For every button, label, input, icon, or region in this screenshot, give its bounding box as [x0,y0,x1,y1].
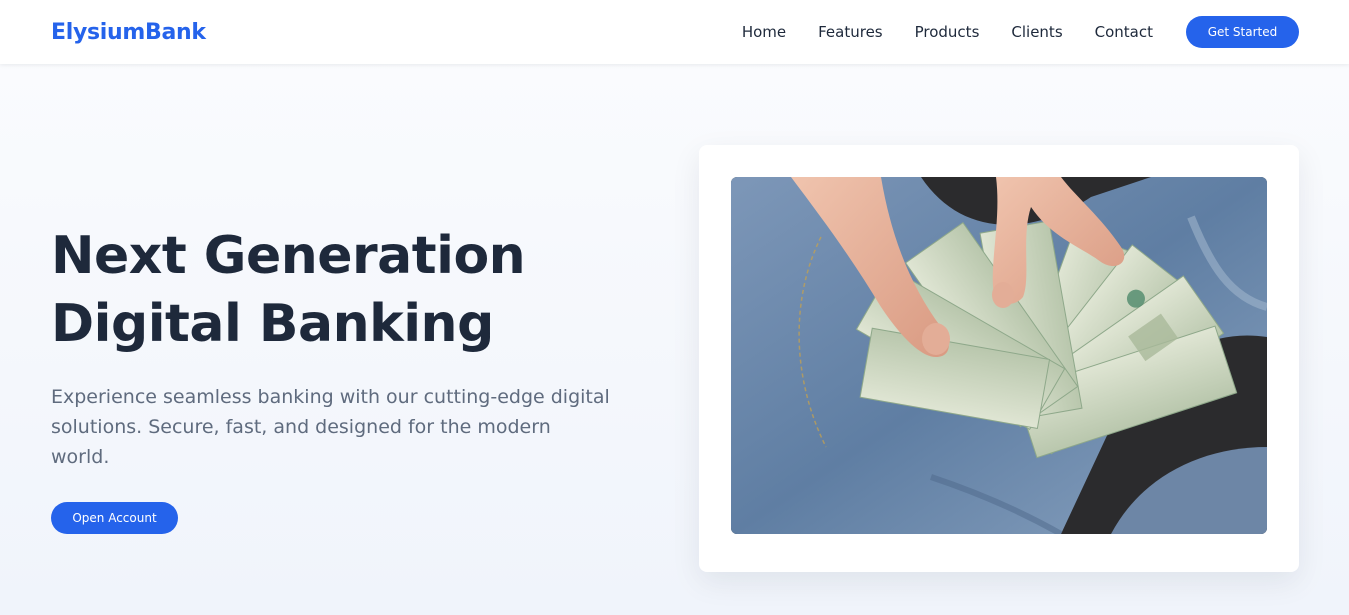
hero-image-card [699,145,1299,572]
nav-link-home[interactable]: Home [742,23,786,41]
hero-photo [731,177,1267,534]
hero-section: Next Generation Digital Banking Experien… [51,222,631,534]
nav-link-features[interactable]: Features [818,23,883,41]
brand-logo[interactable]: ElysiumBank [51,20,206,45]
hero-title-line2: Digital Banking [51,294,494,354]
hero-title-line1: Next Generation [51,226,526,286]
open-account-button[interactable]: Open Account [51,502,178,534]
top-navbar: ElysiumBank Home Features Products Clien… [0,0,1349,64]
nav-link-clients[interactable]: Clients [1011,23,1062,41]
main-nav: Home Features Products Clients Contact G… [742,16,1299,48]
nav-link-contact[interactable]: Contact [1095,23,1153,41]
nav-link-products[interactable]: Products [915,23,980,41]
hero-title: Next Generation Digital Banking [51,222,631,358]
get-started-button[interactable]: Get Started [1186,16,1299,48]
hero-subtitle: Experience seamless banking with our cut… [51,386,610,468]
money-hands-illustration [731,177,1267,534]
